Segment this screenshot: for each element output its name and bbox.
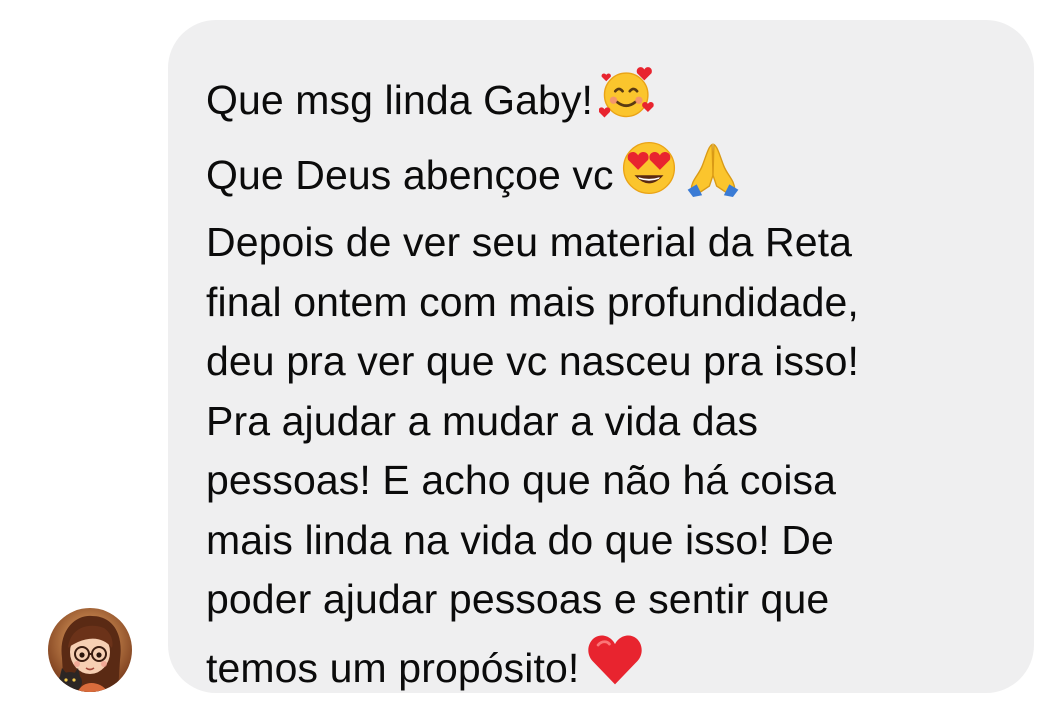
avatar-illustration <box>48 608 132 692</box>
message-line: deu pra ver que vc nasceu pra isso! <box>206 332 998 392</box>
red-heart-icon <box>585 630 645 707</box>
message-line: Pra ajudar a mudar a vida das <box>206 392 998 452</box>
message-line: pessoas! E acho que não há coisa <box>206 451 998 511</box>
message-line: temos um propósito! <box>206 630 998 707</box>
message-line-text: deu pra ver que vc nasceu pra isso! <box>206 338 860 384</box>
message-thread: Que msg linda Gaby! Que Deus abençoe vc <box>0 0 1054 712</box>
message-line-text: final ontem com mais profundidade, <box>206 278 859 325</box>
message-line-text: Depois de ver seu material da Reta <box>206 219 853 265</box>
message-line-text: Que msg linda Gaby! <box>206 77 594 123</box>
message-line: poder ajudar pessoas e sentir que <box>206 570 998 630</box>
message-line-text: temos um propósito! <box>206 644 580 691</box>
message-line-text: poder ajudar pessoas e sentir que <box>206 576 830 622</box>
smiling-face-with-hearts-icon <box>598 64 657 139</box>
message-line: Que Deus abençoe vc <box>206 139 998 214</box>
message-line-text: mais linda na vida do que isso! De <box>206 516 834 563</box>
heart-eyes-icon <box>620 139 678 214</box>
sender-avatar[interactable] <box>48 608 132 692</box>
message-line: final ontem com mais profundidade, <box>206 273 998 333</box>
message-line: Que msg linda Gaby! <box>206 64 998 139</box>
message-line: mais linda na vida do que isso! De <box>206 511 998 571</box>
message-line-text: pessoas! E acho que não há coisa <box>206 457 837 503</box>
folded-hands-icon <box>684 139 742 214</box>
message-line-text: Pra ajudar a mudar a vida das <box>206 397 759 444</box>
message-line: Depois de ver seu material da Reta <box>206 213 998 273</box>
message-text: Que msg linda Gaby! Que Deus abençoe vc <box>206 64 998 706</box>
message-bubble[interactable]: Que msg linda Gaby! Que Deus abençoe vc <box>168 20 1034 693</box>
message-line-text: Que Deus abençoe vc <box>206 151 614 198</box>
